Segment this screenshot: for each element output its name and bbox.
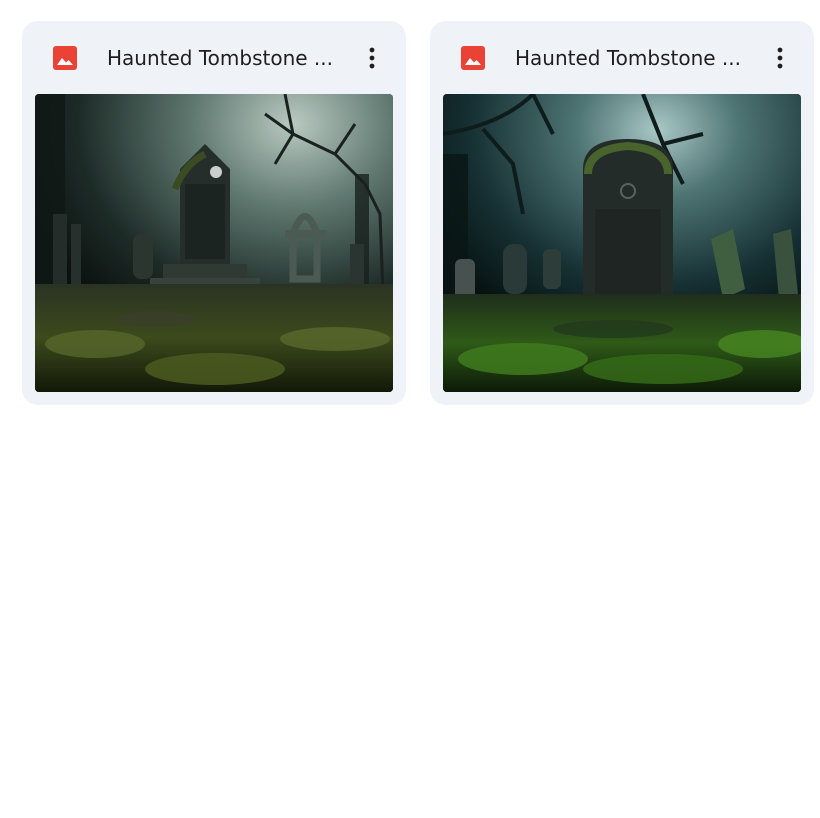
file-grid: Haunted Tombstone ... Haunted Tombstone … xyxy=(0,0,820,818)
image-file-icon xyxy=(53,46,77,70)
file-thumbnail[interactable] xyxy=(443,94,801,392)
more-options-button[interactable] xyxy=(352,38,392,78)
more-vert-icon xyxy=(369,47,375,69)
more-vert-icon xyxy=(777,47,783,69)
file-card-header: Haunted Tombstone ... xyxy=(430,21,814,94)
image-file-icon xyxy=(461,46,485,70)
file-title[interactable]: Haunted Tombstone ... xyxy=(107,45,343,71)
file-card-header: Haunted Tombstone ... xyxy=(22,21,406,94)
file-card[interactable]: Haunted Tombstone ... xyxy=(22,21,406,405)
file-title[interactable]: Haunted Tombstone ... xyxy=(515,45,751,71)
file-thumbnail[interactable] xyxy=(35,94,393,392)
file-card[interactable]: Haunted Tombstone ... xyxy=(430,21,814,405)
more-options-button[interactable] xyxy=(760,38,800,78)
